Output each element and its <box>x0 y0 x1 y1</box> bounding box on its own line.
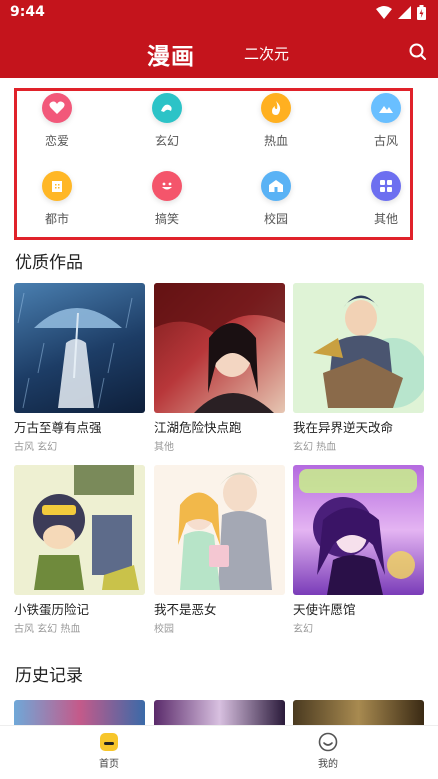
comic-title: 万古至尊有点强 <box>14 420 102 435</box>
tab-manga[interactable]: 漫画 <box>147 37 195 71</box>
grid-icon <box>371 171 401 201</box>
school-icon <box>261 171 291 201</box>
status-time: 9:44 <box>10 4 45 20</box>
search-icon[interactable] <box>408 42 428 62</box>
category-label: 恋爱 <box>44 134 69 148</box>
comic-tags: 玄幻 热血 <box>293 442 337 453</box>
wifi-icon <box>376 6 392 19</box>
category-school[interactable]: 校园 <box>241 171 311 227</box>
category-comedy[interactable]: 搞笑 <box>132 171 202 227</box>
comic-card[interactable]: 我在异界逆天改命 玄幻 热血 <box>293 283 424 453</box>
heart-icon <box>42 93 72 123</box>
smile-icon <box>152 171 182 201</box>
nav-home-label: 首页 <box>99 759 119 770</box>
nav-home[interactable]: 首页 <box>79 732 139 770</box>
wave-icon <box>152 93 182 123</box>
comic-card[interactable]: 江湖危险快点跑 其他 <box>154 283 285 453</box>
comic-tags: 古风 玄幻 <box>14 442 58 453</box>
section-title-history: 历史记录 <box>15 666 83 686</box>
comic-cover[interactable] <box>154 283 285 413</box>
status-bar: 9:44 <box>0 0 438 26</box>
comic-tags: 古风 玄幻 热血 <box>14 624 81 635</box>
category-romance[interactable]: 恋爱 <box>22 93 92 149</box>
category-other[interactable]: 其他 <box>351 171 421 227</box>
battery-icon <box>417 5 426 20</box>
flame-icon <box>261 93 291 123</box>
category-label: 其他 <box>373 212 398 226</box>
category-label: 校园 <box>263 212 288 226</box>
category-label: 热血 <box>263 134 288 148</box>
category-urban[interactable]: 都市 <box>22 171 92 227</box>
comic-cover[interactable] <box>293 283 424 413</box>
comic-tags: 校园 <box>154 624 174 635</box>
bottom-nav: 首页 我的 <box>0 725 438 779</box>
category-label: 玄幻 <box>154 134 179 148</box>
category-label: 古风 <box>373 134 398 148</box>
profile-icon <box>318 732 338 752</box>
category-label: 搞笑 <box>154 212 179 226</box>
category-label: 都市 <box>44 212 69 226</box>
comic-card[interactable]: 天使许愿馆 玄幻 <box>293 465 424 635</box>
comic-card[interactable]: 万古至尊有点强 古风 玄幻 <box>14 283 145 453</box>
comic-title: 江湖危险快点跑 <box>154 420 242 435</box>
category-grid: 恋爱 玄幻 热血 古风 都市 搞笑 校园 其他 <box>14 88 413 240</box>
system-icons <box>376 5 426 20</box>
comic-cover[interactable] <box>293 465 424 595</box>
building-icon <box>42 171 72 201</box>
category-ancient[interactable]: 古风 <box>351 93 421 149</box>
category-fantasy[interactable]: 玄幻 <box>132 93 202 149</box>
comic-card[interactable]: 小铁蛋历险记 古风 玄幻 热血 <box>14 465 145 635</box>
comic-card[interactable]: 我不是恶女 校园 <box>154 465 285 635</box>
history-cover[interactable] <box>154 700 285 726</box>
comic-title: 小铁蛋历险记 <box>14 602 90 617</box>
history-cover[interactable] <box>14 700 145 726</box>
signal-icon <box>398 6 411 19</box>
comic-title: 我在异界逆天改命 <box>293 420 394 435</box>
comic-tags: 玄幻 <box>293 624 313 635</box>
comic-title: 我不是恶女 <box>154 602 217 617</box>
home-icon <box>100 733 118 751</box>
category-action[interactable]: 热血 <box>241 93 311 149</box>
section-title-quality: 优质作品 <box>15 253 83 273</box>
comic-cover[interactable] <box>14 465 145 595</box>
comic-cover[interactable] <box>14 283 145 413</box>
tab-anime[interactable]: 二次元 <box>244 43 289 64</box>
mountain-icon <box>371 93 401 123</box>
history-cover[interactable] <box>293 700 424 726</box>
app-bar: 漫画 二次元 <box>0 26 438 78</box>
comic-title: 天使许愿馆 <box>293 602 356 617</box>
comic-cover[interactable] <box>154 465 285 595</box>
nav-mine[interactable]: 我的 <box>298 732 358 770</box>
nav-mine-label: 我的 <box>318 759 338 770</box>
comic-tags: 其他 <box>154 442 174 453</box>
